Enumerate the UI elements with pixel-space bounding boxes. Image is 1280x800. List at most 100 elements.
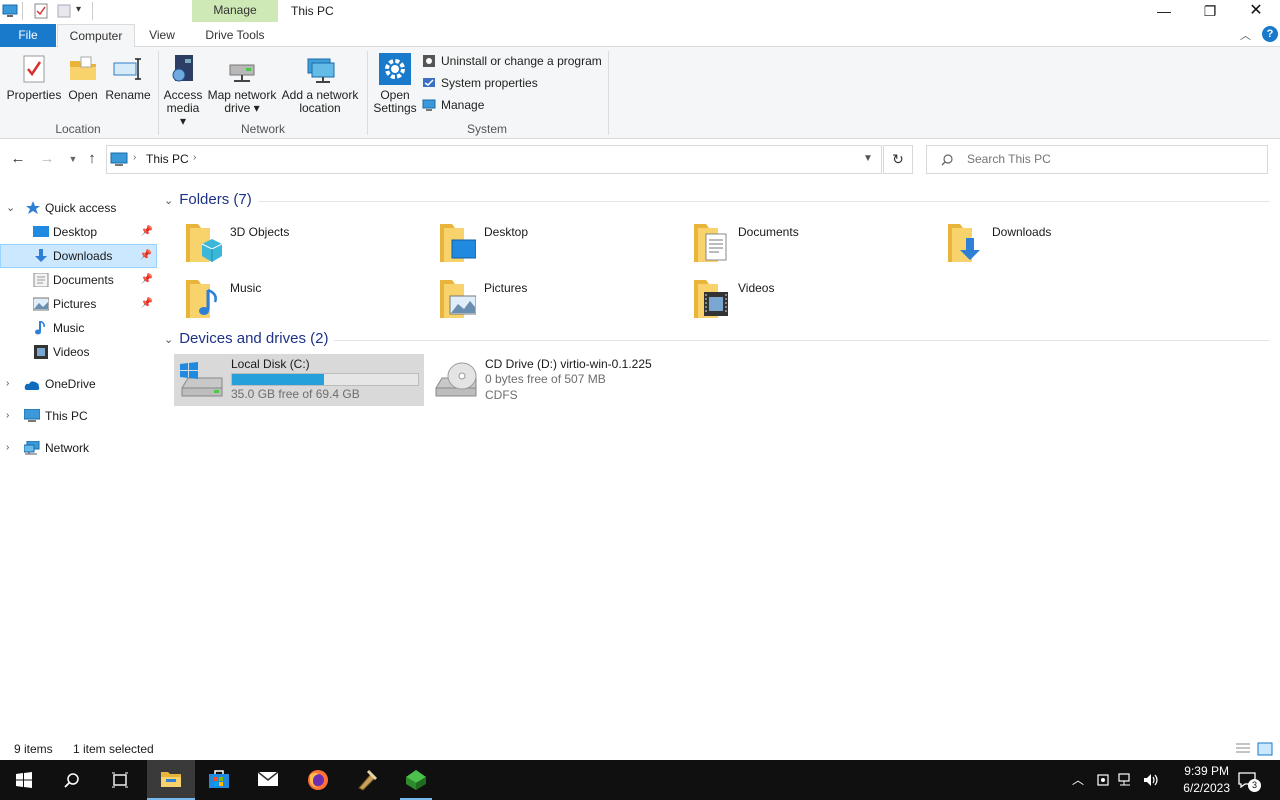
expand-chevron-icon[interactable]: ›	[6, 372, 9, 396]
rename-button[interactable]: Rename	[104, 53, 152, 102]
open-settings-button[interactable]: Open Settings	[372, 53, 418, 115]
minimize-ribbon-chevron-icon[interactable]: ︿	[1240, 27, 1251, 43]
expand-chevron-icon[interactable]: ›	[6, 436, 9, 460]
details-view-icon[interactable]	[1235, 742, 1251, 756]
folder-pictures[interactable]: Pictures	[438, 276, 688, 326]
action-center-button[interactable]: 3	[1236, 770, 1261, 792]
taskbar-mail[interactable]	[244, 760, 292, 800]
restore-button[interactable]: ❐	[1187, 0, 1233, 24]
close-button[interactable]: ✕	[1233, 0, 1279, 24]
up-button[interactable]: ↑	[82, 148, 102, 170]
search-taskbar-button[interactable]	[48, 760, 96, 800]
videos-folder-icon	[694, 280, 728, 318]
onedrive-cloud-icon	[24, 381, 40, 390]
folder-downloads[interactable]: Downloads	[946, 220, 1196, 270]
nav-item-downloads[interactable]: Downloads 📌	[0, 244, 157, 268]
drive-usage-bar	[231, 373, 419, 386]
nav-item-music[interactable]: Music	[0, 316, 157, 340]
nav-item-pictures[interactable]: Pictures 📌	[0, 292, 157, 316]
breadcrumb-this-pc[interactable]: This PC	[146, 152, 189, 166]
collapse-chevron-icon[interactable]: ⌄	[164, 194, 173, 207]
breadcrumb-chevron-icon[interactable]: ›	[193, 152, 196, 163]
download-arrow-icon	[35, 249, 47, 262]
map-network-drive-button[interactable]: Map network drive ▾	[206, 53, 278, 115]
minimize-button[interactable]: —	[1141, 0, 1187, 24]
add-network-location-button[interactable]: Add a network location	[280, 53, 360, 115]
drive-local-disk-c[interactable]: Local Disk (C:) 35.0 GB free of 69.4 GB	[174, 354, 424, 406]
show-hidden-icons-chevron-icon[interactable]: ︿	[1072, 771, 1084, 788]
drive-cd-d[interactable]: CD Drive (D:) virtio-win-0.1.225 0 bytes…	[428, 354, 678, 406]
refresh-button[interactable]: ↻	[883, 145, 913, 174]
system-properties-icon	[423, 78, 435, 87]
windows-drive-icon	[180, 362, 223, 397]
new-folder-quick-icon[interactable]	[56, 3, 72, 19]
title-bar: ▾ Manage This PC — ❐ ✕	[0, 0, 1280, 24]
properties-button[interactable]: Properties	[6, 53, 62, 102]
folder-3d-objects[interactable]: 3D Objects	[184, 220, 434, 270]
folders-group-header[interactable]: ⌄ Folders (7)	[164, 191, 1270, 208]
tab-view[interactable]: View	[140, 24, 184, 47]
manage-button[interactable]: Manage	[422, 97, 484, 115]
drive-usage-fill	[232, 374, 325, 385]
task-view-button[interactable]	[96, 760, 144, 800]
manage-context-tab[interactable]: Manage	[192, 0, 278, 22]
taskbar-app-terminal[interactable]	[392, 760, 440, 800]
cd-drive-icon	[435, 362, 477, 397]
status-bar: 9 items 1 item selected	[0, 740, 1280, 760]
nav-item-desktop[interactable]: Desktop 📌	[0, 220, 157, 244]
nav-quick-access[interactable]: ⌄ Quick access	[0, 196, 157, 220]
uninstall-program-button[interactable]: Uninstall or change a program	[422, 53, 602, 71]
large-icons-view-icon[interactable]	[1257, 742, 1273, 756]
folder-desktop[interactable]: Desktop	[438, 220, 688, 270]
taskbar-file-explorer[interactable]	[147, 760, 195, 800]
collapse-chevron-icon[interactable]: ⌄	[6, 196, 15, 220]
forward-button[interactable]: →	[37, 148, 57, 170]
folder-documents[interactable]: Documents	[692, 220, 942, 270]
search-box[interactable]	[926, 145, 1268, 174]
nav-item-documents[interactable]: Documents 📌	[0, 268, 157, 292]
taskbar-firefox[interactable]	[294, 760, 342, 800]
star-icon	[26, 201, 40, 214]
help-icon[interactable]: ?	[1262, 26, 1278, 42]
nav-onedrive[interactable]: › OneDrive	[0, 372, 157, 396]
access-media-button[interactable]: Access media ▾	[162, 53, 204, 128]
breadcrumb-chevron-icon[interactable]: ›	[133, 152, 136, 163]
network-tray-icon[interactable]	[1118, 772, 1136, 788]
search-input[interactable]	[967, 152, 1247, 166]
store-bag-icon	[209, 770, 229, 788]
tab-file[interactable]: File	[0, 24, 56, 47]
properties-quick-icon[interactable]	[33, 3, 49, 19]
expand-chevron-icon[interactable]: ›	[6, 404, 9, 428]
drives-group-header[interactable]: ⌄ Devices and drives (2)	[164, 330, 1270, 347]
tab-computer[interactable]: Computer	[57, 24, 135, 48]
system-properties-button[interactable]: System properties	[422, 75, 538, 93]
folder-videos[interactable]: Videos	[692, 276, 942, 326]
recent-locations-dropdown[interactable]: ▼	[63, 148, 83, 170]
folder-music[interactable]: Music	[184, 276, 434, 326]
nav-this-pc[interactable]: › This PC	[0, 404, 157, 428]
location-group-label: Location	[55, 122, 101, 136]
downloads-folder-icon	[948, 224, 980, 262]
open-button[interactable]: Open	[66, 53, 100, 102]
meet-now-icon[interactable]	[1096, 772, 1110, 788]
music-folder-icon	[186, 280, 217, 318]
taskbar-app-archive[interactable]	[343, 760, 391, 800]
terminal-app-icon	[406, 770, 426, 790]
computer-management-icon	[422, 99, 436, 111]
system-clock[interactable]: 9:39 PM 6/2/2023	[1183, 763, 1230, 797]
back-button[interactable]: ←	[8, 148, 28, 170]
settings-gear-icon	[379, 53, 411, 85]
address-bar[interactable]: › This PC › ▼	[106, 145, 882, 174]
nav-network[interactable]: › Network	[0, 436, 157, 460]
taskbar-store[interactable]	[195, 760, 243, 800]
start-button[interactable]	[0, 760, 48, 800]
customize-quick-access-dropdown[interactable]: ▾	[76, 4, 81, 15]
notification-count-badge: 3	[1248, 779, 1261, 792]
nav-item-videos[interactable]: Videos	[0, 340, 157, 364]
address-dropdown-icon[interactable]: ▼	[863, 153, 873, 164]
desktop-folder-icon	[440, 224, 476, 262]
network-location-icon	[307, 58, 335, 83]
tab-drive-tools[interactable]: Drive Tools	[192, 24, 278, 47]
volume-icon[interactable]	[1142, 772, 1160, 788]
collapse-chevron-icon[interactable]: ⌄	[164, 333, 173, 346]
